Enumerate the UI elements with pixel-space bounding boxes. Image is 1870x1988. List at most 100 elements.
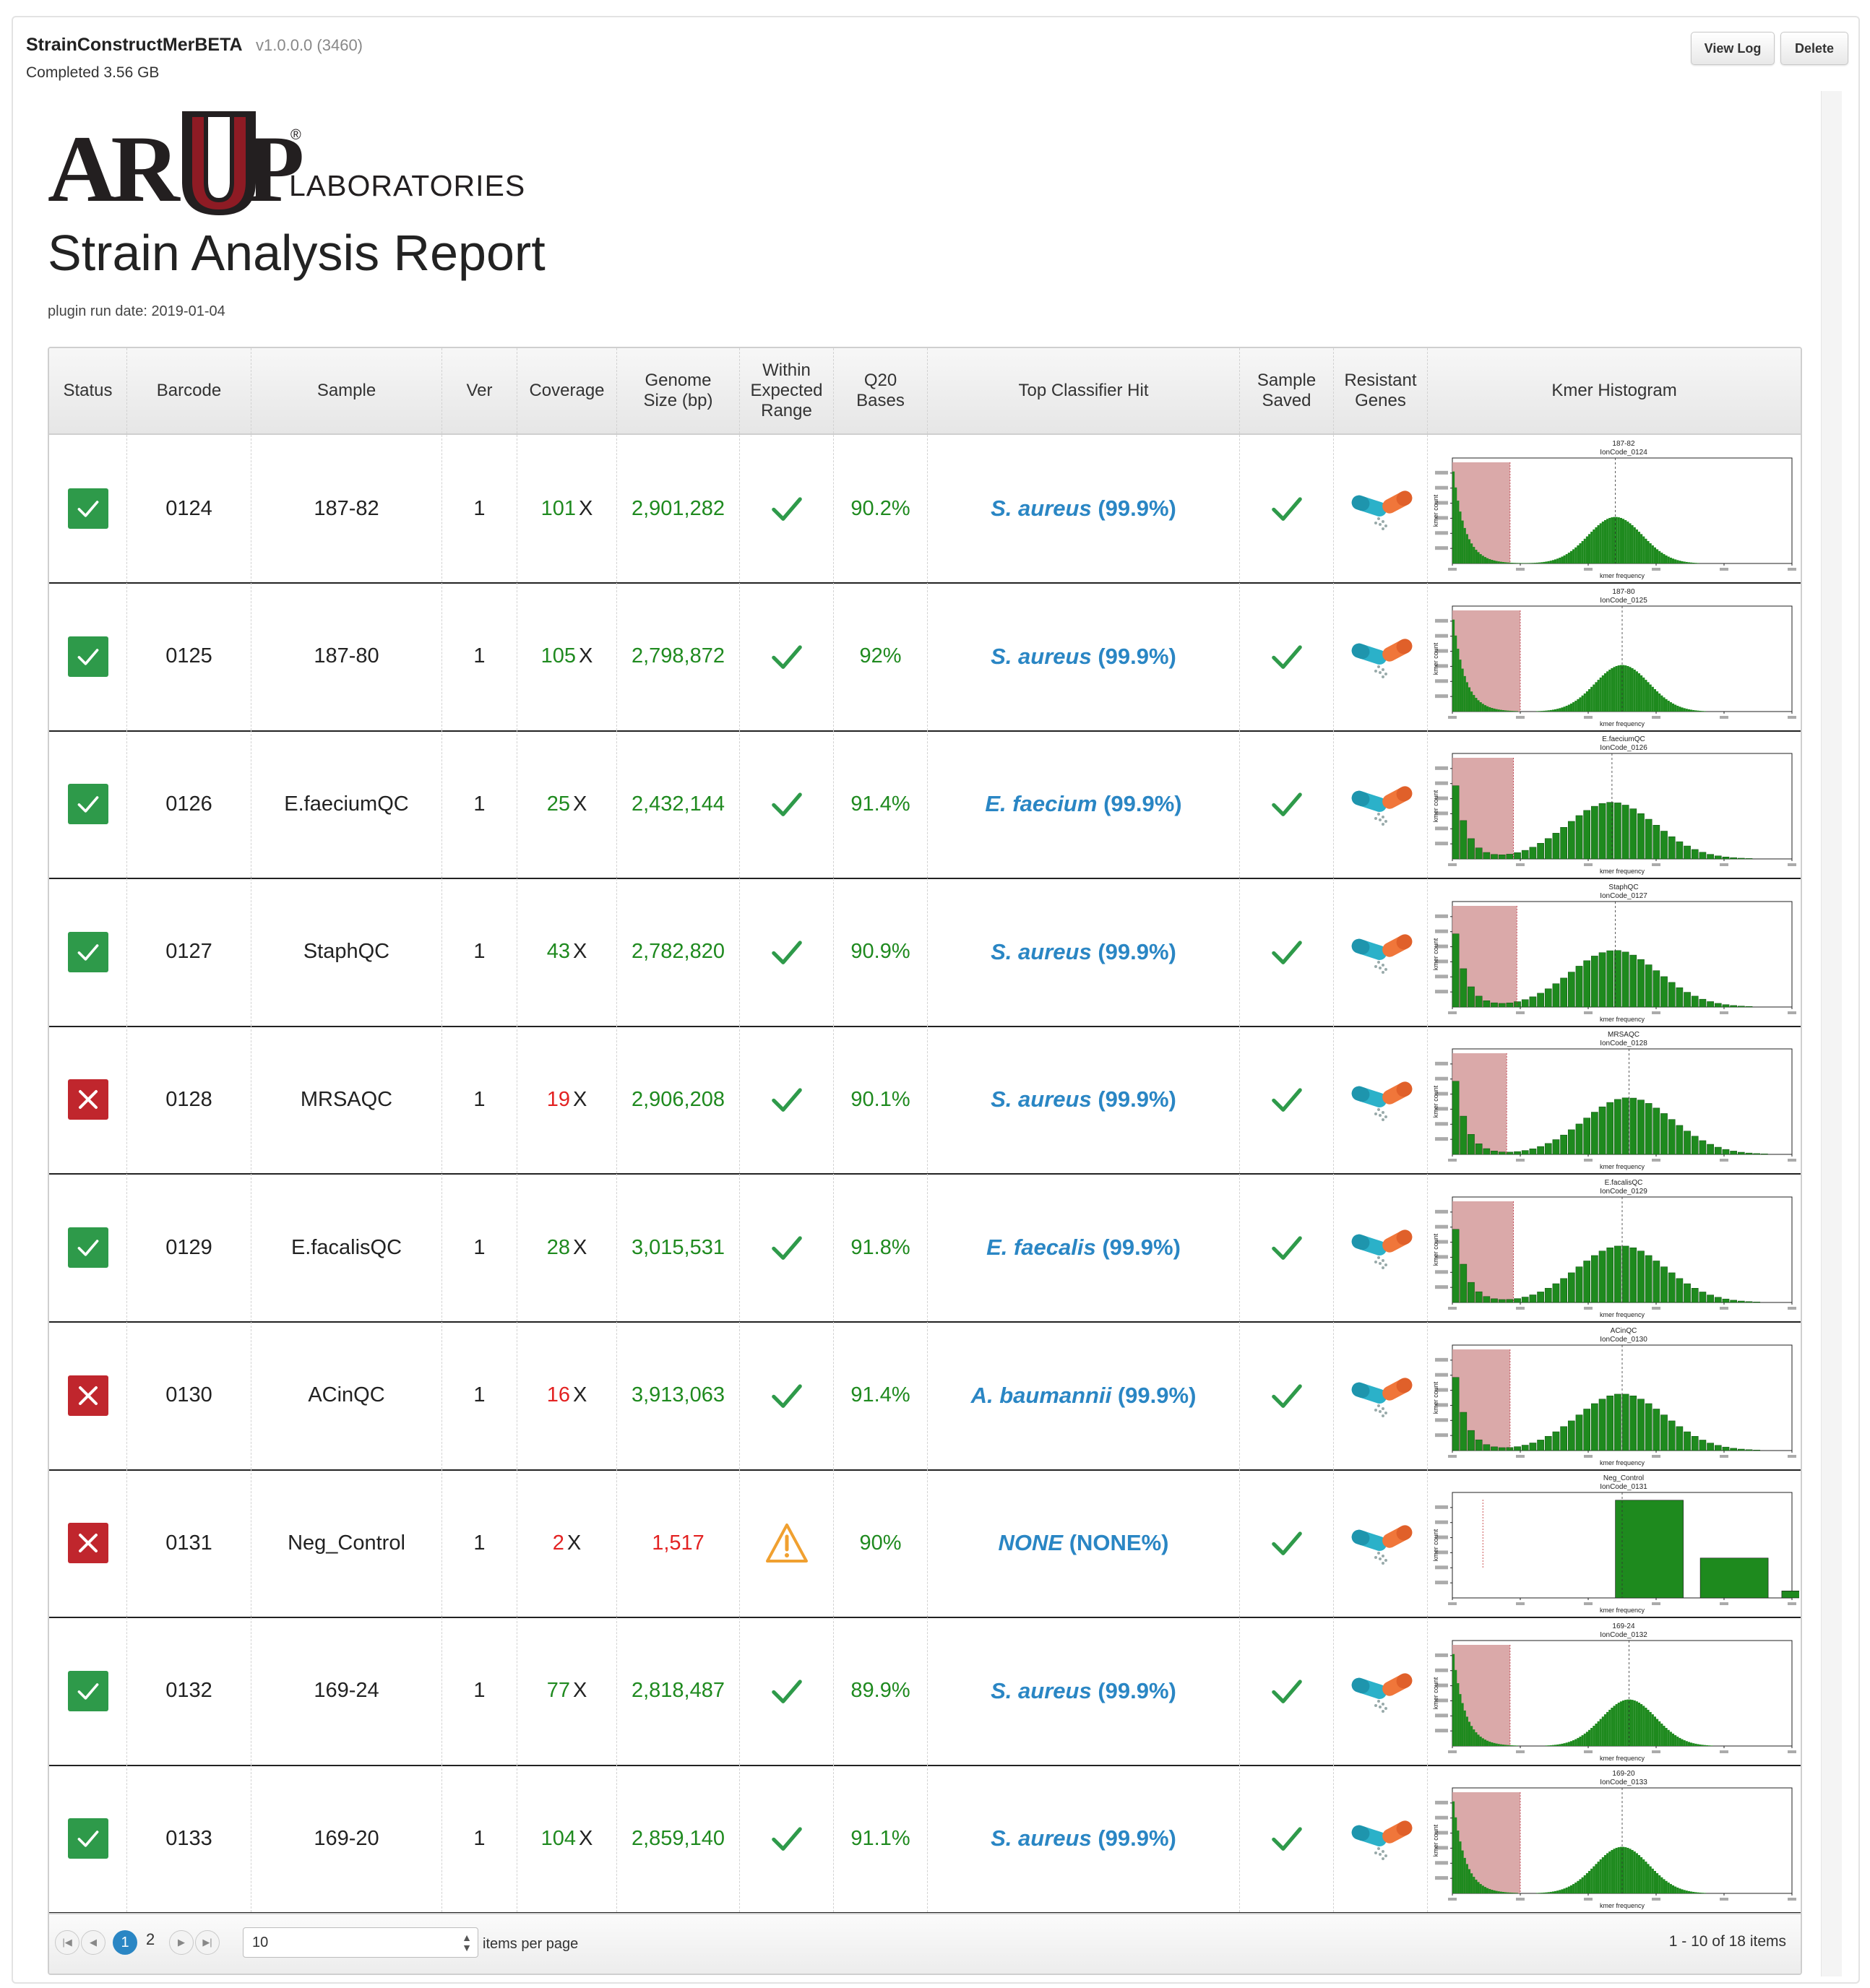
resistant-genes-pill-icon[interactable] <box>1347 1669 1415 1713</box>
resistant-genes-pill-icon[interactable] <box>1347 1078 1415 1122</box>
col-coverage[interactable]: Coverage <box>517 348 617 433</box>
hist-bar <box>1491 560 1494 563</box>
col-top-hit[interactable]: Top Classifier Hit <box>928 348 1240 433</box>
col-sample-saved[interactable]: Sample Saved <box>1240 348 1334 433</box>
col-barcode[interactable]: Barcode <box>127 348 251 433</box>
hist-bar <box>1565 705 1568 712</box>
sample-name: 169-20 <box>314 1826 379 1850</box>
hist-bar <box>1598 1107 1606 1155</box>
table-row[interactable]: 0127 StaphQC 1 43 X 2,782,820 90.9% S. aureus (… <box>49 878 1801 1027</box>
top-classifier-hit[interactable]: S. aureus (99.9%) <box>991 1086 1176 1112</box>
hist-bar <box>1687 562 1690 563</box>
genome-size: 2,901,282 <box>631 496 725 520</box>
next-page-icon[interactable]: ▶ <box>169 1930 194 1955</box>
col-ver[interactable]: Ver <box>442 348 517 433</box>
resistant-genes-pill-icon[interactable] <box>1347 930 1415 974</box>
top-classifier-hit[interactable]: NONE (NONE%) <box>999 1530 1169 1556</box>
svg-text:kmer frequency: kmer frequency <box>1600 1607 1645 1614</box>
table-row[interactable]: 0125 187-80 1 105 X 2,798,872 92% S. aureus (99… <box>49 582 1801 732</box>
kmer-histogram-cell[interactable]: E.faeciumQC IonCode_0126 kmer count kmer fr… <box>1428 730 1801 878</box>
status-cell <box>49 1026 127 1174</box>
kmer-histogram-cell[interactable]: 187-82 IonCode_0124 kmer count kmer frequen… <box>1428 435 1801 582</box>
hist-bar <box>1549 561 1552 563</box>
table-row[interactable]: 0124 187-82 1 101 X 2,901,282 90.2% S. aureus (… <box>49 435 1801 584</box>
hist-bar <box>1649 543 1652 563</box>
kmer-histogram-chart: 169-24IonCode_0132kmer count kmer frequen… <box>1432 1622 1796 1762</box>
hist-bar <box>1488 1889 1491 1894</box>
prev-page-icon[interactable]: ◀ <box>81 1930 105 1955</box>
resistant-genes-pill-icon[interactable] <box>1347 487 1415 530</box>
hist-bar <box>1499 561 1502 563</box>
table-row[interactable]: 0130 ACinQC 1 16 X 3,913,063 91.4% A. baumannii… <box>49 1321 1801 1471</box>
kmer-histogram-cell[interactable]: 187-80 IonCode_0125 kmer count kmer frequen… <box>1428 583 1801 730</box>
page-1-button[interactable]: 1 <box>113 1930 137 1955</box>
kmer-histogram-cell[interactable]: E.facalisQC IonCode_0129 kmer count kmer fr… <box>1428 1174 1801 1321</box>
kmer-histogram-cell[interactable]: ACinQC IonCode_0130 kmer count kmer frequen… <box>1428 1322 1801 1469</box>
sample-cell: 169-24 <box>251 1617 442 1765</box>
kmer-histogram-cell[interactable]: StaphQC IonCode_0127 kmer count kmer freque… <box>1428 878 1801 1026</box>
hist-bar <box>1497 1891 1500 1894</box>
per-page-select[interactable]: 10 ▲ ▼ <box>243 1927 478 1958</box>
hist-bar <box>1504 1745 1507 1746</box>
top-classifier-hit[interactable]: S. aureus (99.9%) <box>991 939 1176 965</box>
table-row[interactable]: 0133 169-20 1 104 X 2,859,140 91.1% S. aureus (… <box>49 1765 1801 1914</box>
hist-bar <box>1645 1862 1647 1894</box>
delete-button[interactable]: Delete <box>1780 32 1848 65</box>
top-classifier-hit[interactable]: S. aureus (99.9%) <box>991 496 1176 522</box>
resistant-genes-pill-icon[interactable] <box>1347 782 1415 826</box>
table-row[interactable]: 0132 169-24 1 77 X 2,818,487 89.9% S. aureus (9… <box>49 1617 1801 1766</box>
hist-bar <box>1506 1299 1514 1303</box>
last-page-icon[interactable]: ▶| <box>195 1930 220 1955</box>
table-row[interactable]: 0128 MRSAQC 1 19 X 2,906,208 90.1% S. aureus (9… <box>49 1026 1801 1175</box>
table-row[interactable]: 0126 E.faeciumQC 1 25 X 2,432,144 91.4% E. faec… <box>49 730 1801 880</box>
within-range-check-icon <box>771 1383 802 1408</box>
page-2-button[interactable]: 2 <box>146 1930 155 1949</box>
col-status[interactable]: Status <box>49 348 127 433</box>
kmer-histogram-cell[interactable]: MRSAQC IonCode_0128 kmer count kmer frequen… <box>1428 1026 1801 1173</box>
top-classifier-hit[interactable]: E. faecalis (99.9%) <box>986 1235 1181 1261</box>
view-log-button[interactable]: View Log <box>1691 32 1775 65</box>
plugin-status: Completed 3.56 GB <box>26 64 160 81</box>
top-classifier-hit[interactable]: E. faecium (99.9%) <box>985 791 1181 817</box>
genome-size: 2,906,208 <box>631 1087 725 1111</box>
hist-bar <box>1554 1891 1557 1894</box>
hist-bar <box>1595 681 1598 712</box>
scrollbar[interactable] <box>1821 91 1842 1976</box>
kmer-histogram-cell[interactable]: 169-20 IonCode_0133 kmer count kmer frequen… <box>1428 1765 1801 1912</box>
table-row[interactable]: 0129 E.facalisQC 1 28 X 3,015,531 91.8% E. faec… <box>49 1174 1801 1323</box>
barcode-cell: 0129 <box>127 1174 251 1321</box>
top-classifier-hit[interactable]: S. aureus (99.9%) <box>991 1678 1176 1704</box>
col-sample[interactable]: Sample <box>251 348 442 433</box>
resistant-genes-cell <box>1334 878 1428 1026</box>
col-within-range[interactable]: Within Expected Range <box>740 348 834 433</box>
resistant-genes-pill-icon[interactable] <box>1347 1521 1415 1565</box>
hist-bar <box>1514 1151 1521 1155</box>
hist-bar <box>1637 532 1641 563</box>
hist-bar <box>1554 709 1557 712</box>
first-page-icon[interactable]: |◀ <box>55 1930 79 1955</box>
col-resistant-genes[interactable]: Resistant Genes <box>1334 348 1428 433</box>
col-q20[interactable]: Q20 Bases <box>834 348 928 433</box>
top-classifier-hit[interactable]: S. aureus (99.9%) <box>991 644 1176 670</box>
resistant-genes-pill-icon[interactable] <box>1347 1226 1415 1269</box>
top-classifier-hit[interactable]: S. aureus (99.9%) <box>991 1825 1176 1851</box>
kmer-histogram-cell[interactable]: 169-24 IonCode_0132 kmer count kmer frequen… <box>1428 1617 1801 1765</box>
top-classifier-hit[interactable]: A. baumannii (99.9%) <box>971 1383 1197 1409</box>
top-hit-cell: E. faecium (99.9%) <box>928 730 1240 878</box>
table-row[interactable]: 0131 Neg_Control 1 2 X 1,517 90% NONE (NONE%) Ne… <box>49 1469 1801 1619</box>
hist-bar <box>1637 959 1645 1008</box>
q20-cell: 90.9% <box>834 878 928 1026</box>
resistant-genes-pill-icon[interactable] <box>1347 1374 1415 1417</box>
hist-bar <box>1692 709 1695 712</box>
col-genome-size[interactable]: Genome Size (bp) <box>617 348 740 433</box>
resistant-genes-pill-icon[interactable] <box>1347 635 1415 678</box>
hist-bar <box>1694 1892 1697 1894</box>
hist-bar <box>1491 1002 1498 1008</box>
hist-bar <box>1563 1742 1566 1746</box>
hist-bar <box>1556 708 1559 712</box>
kmer-histogram-cell[interactable]: Neg_Control IonCode_0131 kmer count kmer fr… <box>1428 1469 1801 1617</box>
hist-bar <box>1679 1888 1681 1894</box>
resistant-genes-pill-icon[interactable] <box>1347 1817 1415 1861</box>
resistant-genes-cell <box>1334 1174 1428 1321</box>
col-kmer-histogram[interactable]: Kmer Histogram <box>1428 348 1801 433</box>
